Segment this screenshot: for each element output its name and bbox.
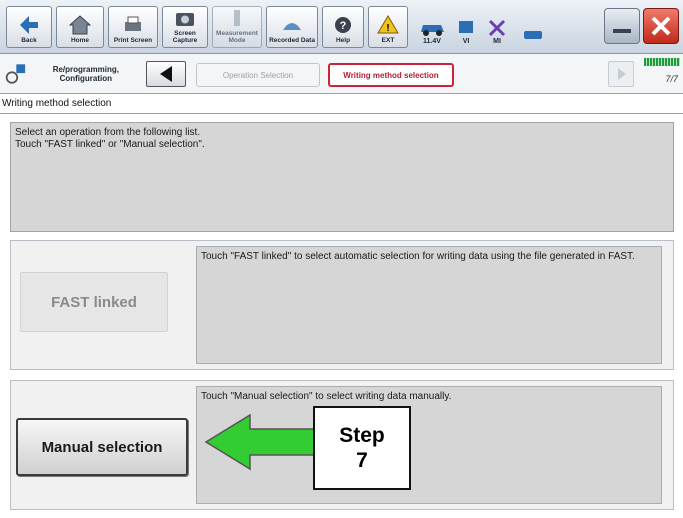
print-screen-label: Print Screen <box>113 37 153 44</box>
close-button[interactable] <box>643 8 679 44</box>
triangle-right-icon <box>618 68 626 80</box>
main-content: Select an operation from the following l… <box>0 114 683 518</box>
screen-capture-label: Screen Capture <box>172 30 198 44</box>
back-arrow-icon <box>20 16 38 34</box>
home-button-label: Home <box>70 37 90 44</box>
callout-arrow-icon <box>204 413 315 471</box>
callout-step-label: Step <box>339 424 385 447</box>
callout-step-number: 7 <box>356 449 368 472</box>
vi-icon <box>459 21 473 33</box>
section-label: Re/programming, Configuration <box>52 65 119 83</box>
print-screen-button[interactable]: Print Screen <box>108 6 158 48</box>
help-button-label: Help <box>335 37 351 44</box>
navigation-bar: Re/programming, Configuration Operation … <box>0 54 683 94</box>
minimize-icon <box>613 29 631 33</box>
section-breadcrumb: Re/programming, Configuration <box>4 59 139 89</box>
instruction-line-2: Touch "FAST linked" or "Manual selection… <box>15 139 205 150</box>
svg-text:?: ? <box>340 20 347 32</box>
step-callout: Step 7 <box>313 406 411 490</box>
fast-linked-button[interactable]: FAST linked <box>20 272 168 332</box>
ext-button[interactable]: ! EXT <box>368 6 408 48</box>
car-icon <box>421 25 444 36</box>
toolbar: Back Home Print Screen Screen Capture Me… <box>0 0 683 54</box>
vi-status: VI <box>452 6 480 48</box>
minimize-button[interactable] <box>604 8 640 44</box>
mi-status: MI <box>482 6 512 48</box>
ext-button-label: EXT <box>381 37 395 44</box>
crumb-writing-method-selection: Writing method selection <box>328 63 454 87</box>
recorded-data-button[interactable]: Recorded Data <box>266 6 318 48</box>
measurement-icon <box>234 10 240 26</box>
fast-linked-description: Touch "FAST linked" to select automatic … <box>196 246 662 364</box>
measurement-mode-label: Measurement Mode <box>216 30 258 44</box>
screen-capture-button[interactable]: Screen Capture <box>162 6 208 48</box>
camera-icon <box>176 13 194 26</box>
instruction-line-1: Select an operation from the following l… <box>15 127 201 138</box>
home-button[interactable]: Home <box>56 6 104 48</box>
voltage-value: 11.4V <box>423 38 441 45</box>
page-indicator: 7/7 <box>640 58 680 90</box>
mi-disconnected-icon <box>488 19 506 37</box>
previous-step-button[interactable] <box>146 61 186 87</box>
progress-bar <box>644 58 680 66</box>
back-button-label: Back <box>21 37 37 44</box>
help-icon: ? <box>335 17 351 33</box>
instruction-box: Select an operation from the following l… <box>10 122 674 232</box>
triangle-left-icon <box>160 66 172 82</box>
back-button[interactable]: Back <box>6 6 52 48</box>
recorded-data-icon <box>283 23 301 30</box>
help-button[interactable]: ? Help <box>322 6 364 48</box>
connector-icon <box>524 31 542 39</box>
page-indicator-text: 7/7 <box>665 74 678 84</box>
recorded-data-label: Recorded Data <box>269 37 315 44</box>
vi-label: VI <box>462 38 470 45</box>
warning-icon: ! <box>377 15 399 34</box>
printer-icon <box>125 16 141 31</box>
page-title: Writing method selection <box>0 94 683 114</box>
next-step-button[interactable] <box>608 61 634 87</box>
connector-status <box>520 6 546 48</box>
home-icon <box>68 15 92 35</box>
close-icon <box>651 16 671 36</box>
mi-label: MI <box>493 38 501 45</box>
crumb-operation-selection[interactable]: Operation Selection <box>196 63 320 87</box>
measurement-mode-button[interactable]: Measurement Mode <box>212 6 262 48</box>
reprogramming-icon <box>5 64 26 84</box>
svg-text:!: ! <box>386 23 389 34</box>
battery-status: 11.4V <box>414 6 450 48</box>
manual-selection-button[interactable]: Manual selection <box>16 418 188 476</box>
